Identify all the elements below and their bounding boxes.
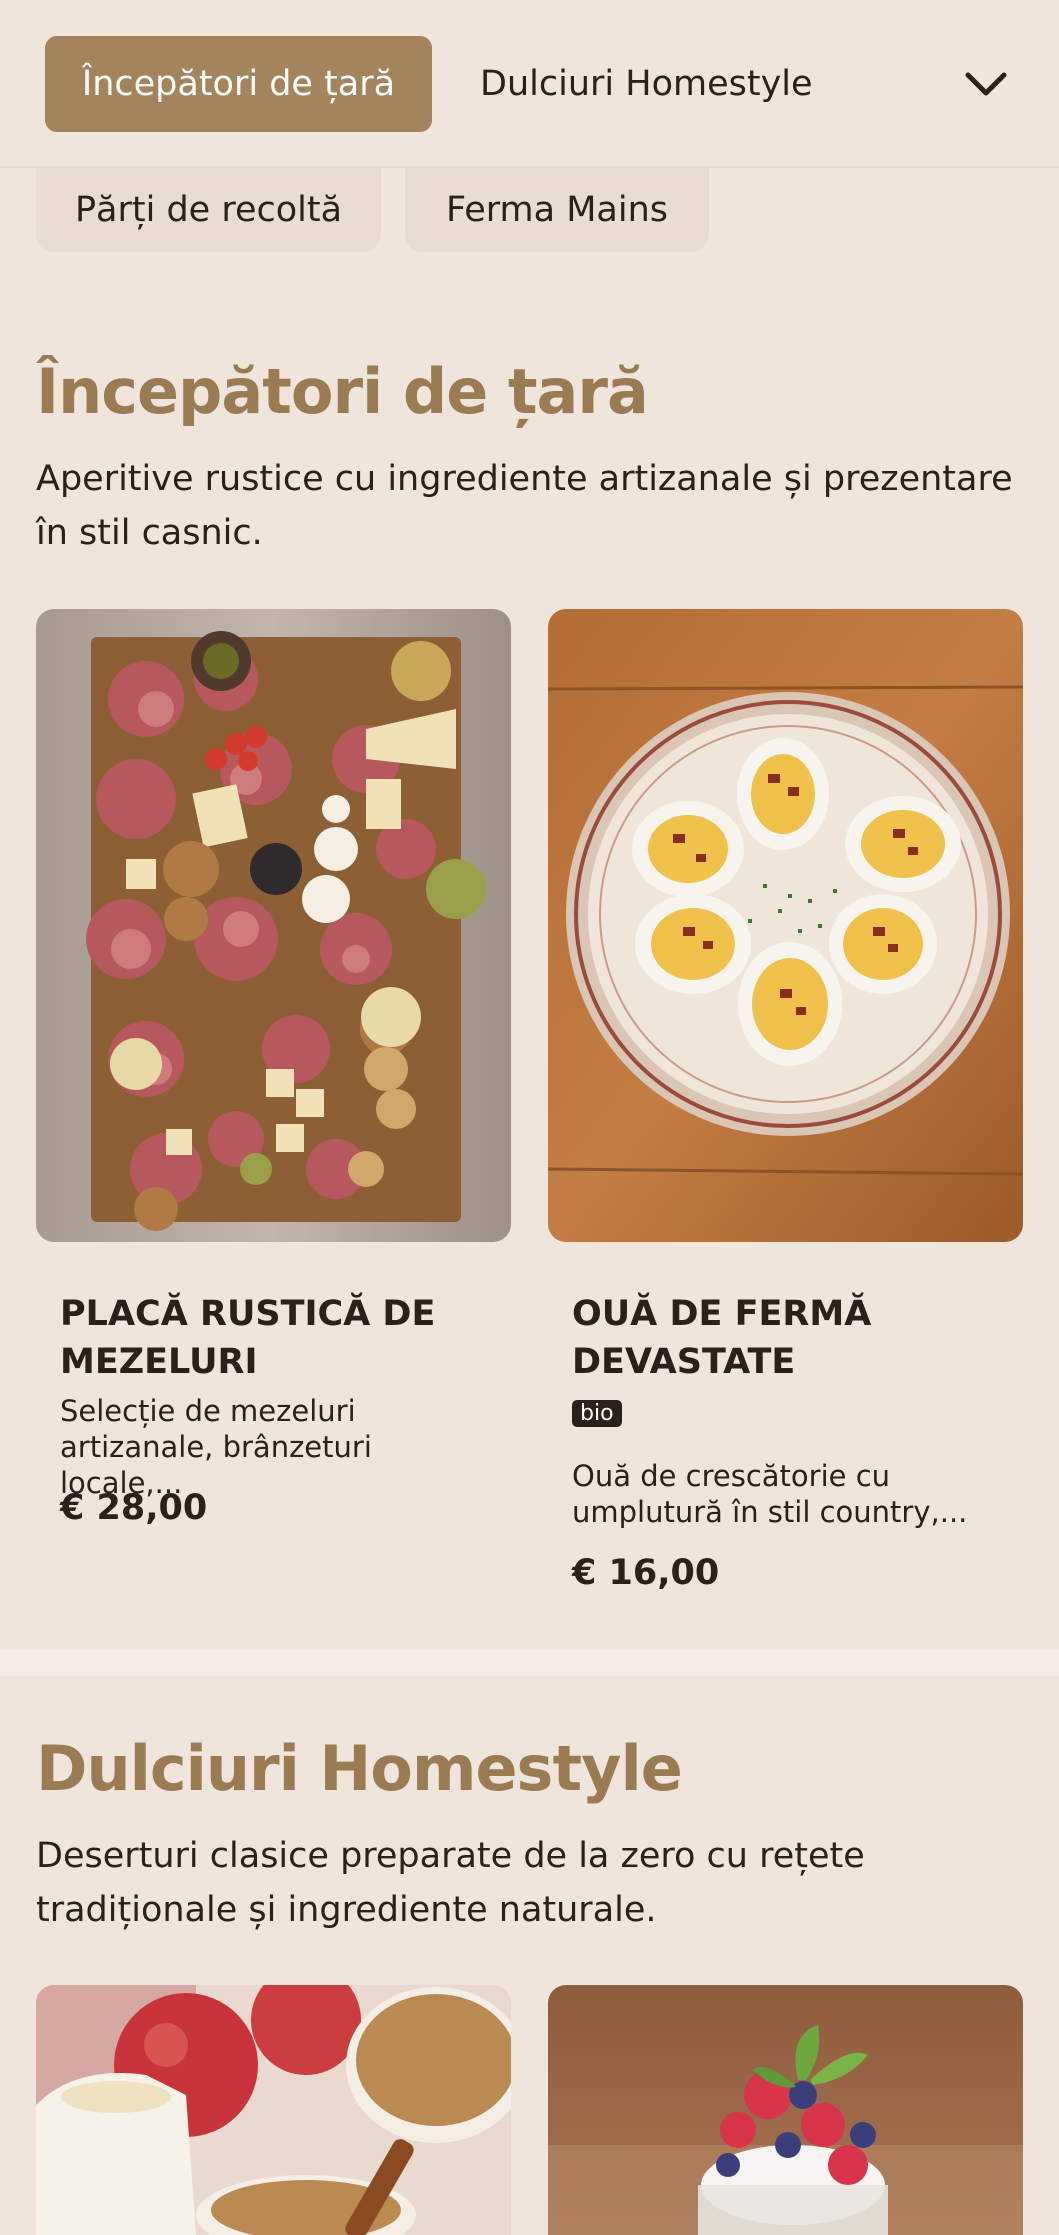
- item-title: PLACĂ RUSTICĂ DE MEZELURI: [60, 1294, 436, 1382]
- chip-harvest-sides[interactable]: Părți de recoltă: [36, 168, 381, 252]
- deviled-eggs-image[interactable]: [548, 609, 1023, 1242]
- chevron-down-icon[interactable]: [956, 58, 1016, 110]
- section-title: Dulciuri Homestyle: [36, 1732, 683, 1805]
- section-description: Deserturi clasice preparate de la zero c…: [36, 1836, 865, 1930]
- section-description: Aperitive rustice cu ingrediente artizan…: [36, 459, 1013, 553]
- section-divider: [0, 1650, 1059, 1676]
- item-price: € 28,00: [60, 1488, 208, 1528]
- item-price: € 16,00: [572, 1553, 720, 1593]
- category-chips: Părți de recoltă Ferma Mains: [0, 168, 1059, 254]
- item-title: OUĂ DE FERMĂ DEVASTATE: [572, 1294, 872, 1382]
- berry-parfait-image[interactable]: [548, 1985, 1023, 2235]
- apple-crumble-image[interactable]: [36, 1985, 511, 2235]
- item-description: Ouă de crescătorie cu umplutură în stil …: [572, 1459, 968, 1529]
- chip-farm-mains[interactable]: Ferma Mains: [405, 168, 709, 252]
- tab-homestyle-sweets[interactable]: Dulciuri Homestyle: [480, 36, 813, 132]
- item-description: Selecție de mezeluri artizanale, brânzet…: [60, 1394, 372, 1500]
- organic-badge: bio: [572, 1400, 622, 1427]
- section-title: Începători de țară: [36, 355, 649, 428]
- charcuterie-board-image[interactable]: [36, 609, 511, 1242]
- category-nav: Începători de țară Dulciuri Homestyle: [0, 0, 1059, 168]
- tab-country-starters[interactable]: Începători de țară: [45, 36, 432, 132]
